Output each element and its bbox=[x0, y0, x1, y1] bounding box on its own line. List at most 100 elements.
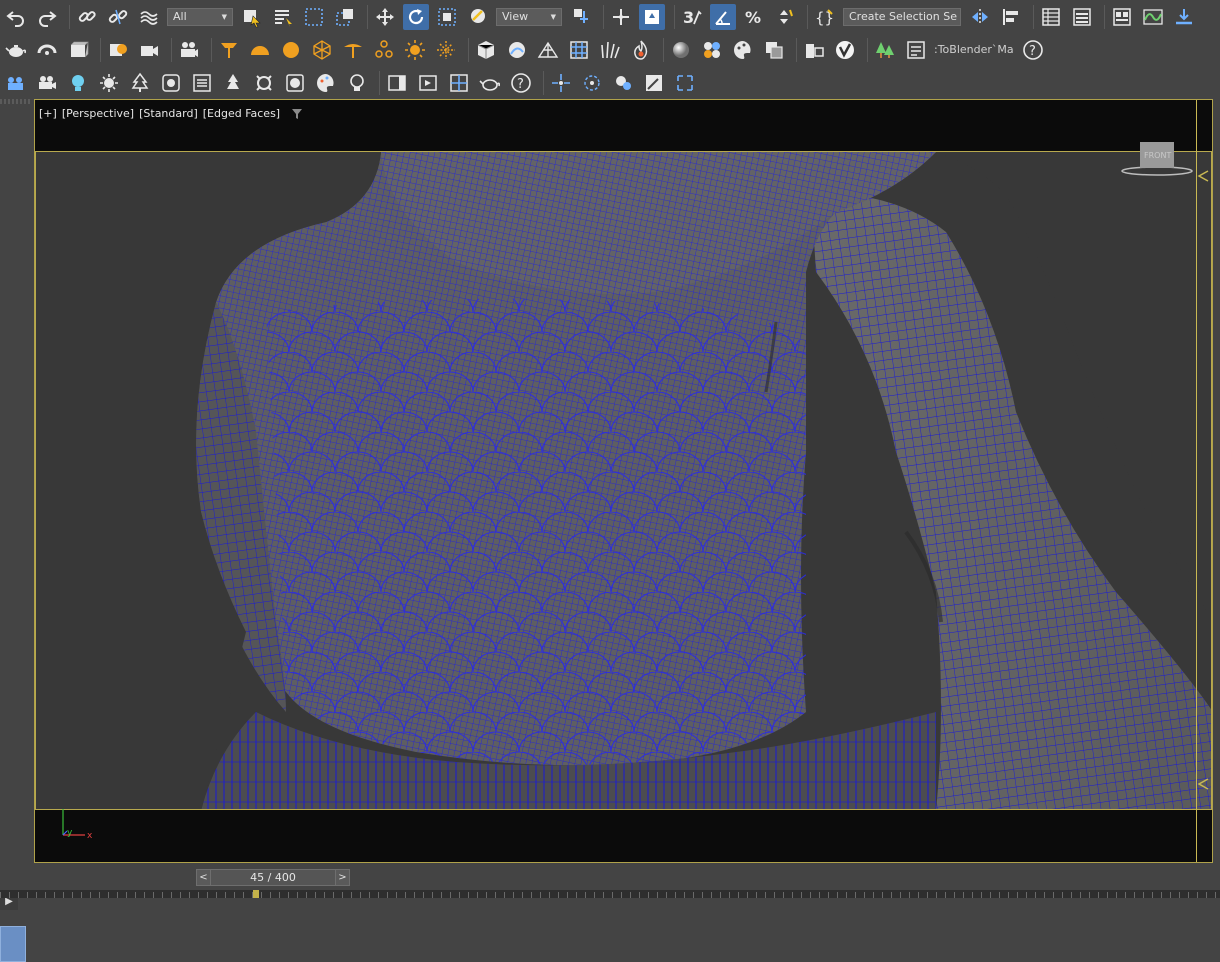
video-camera-icon[interactable] bbox=[176, 37, 202, 63]
tree-icon[interactable] bbox=[127, 70, 153, 96]
idea-bulb-icon[interactable] bbox=[344, 70, 370, 96]
render-safe-frame bbox=[35, 151, 1212, 810]
keyboard-shortcut-override-icon[interactable] bbox=[639, 3, 665, 30]
viewport-point-of-view[interactable]: [Perspective] bbox=[62, 107, 134, 120]
snap-toggle-icon[interactable] bbox=[672, 70, 698, 96]
perspective-viewport[interactable]: [+] [Perspective] [Standard] [Edged Face… bbox=[34, 99, 1213, 863]
unlink-icon[interactable] bbox=[105, 4, 131, 30]
mesh-light-icon[interactable] bbox=[309, 37, 335, 63]
named-selection-dropdown[interactable]: Create Selection Se▼ bbox=[843, 7, 961, 26]
current-frame-marker[interactable] bbox=[253, 890, 259, 898]
dome-light-icon[interactable] bbox=[247, 37, 273, 63]
window-crossing-icon[interactable] bbox=[332, 4, 358, 30]
proxy-icon[interactable] bbox=[473, 37, 499, 63]
layer-explorer-icon[interactable] bbox=[1069, 4, 1095, 30]
scene-states-icon[interactable] bbox=[3, 70, 29, 96]
camera-render-icon[interactable] bbox=[136, 37, 162, 63]
plane-icon[interactable] bbox=[535, 37, 561, 63]
frame-buffer-icon[interactable] bbox=[801, 37, 827, 63]
pivot-icon[interactable] bbox=[568, 4, 594, 30]
selection-filter-dropdown[interactable]: All ▼ bbox=[167, 7, 233, 26]
scatter-icon[interactable] bbox=[158, 70, 184, 96]
fire-icon[interactable] bbox=[628, 37, 654, 63]
command-panel-tab[interactable] bbox=[0, 926, 26, 962]
edit-image-icon[interactable] bbox=[641, 70, 667, 96]
link-icon[interactable] bbox=[74, 4, 100, 30]
edit-named-sets-icon[interactable]: {} bbox=[812, 4, 838, 30]
select-manipulate-icon[interactable] bbox=[608, 4, 634, 30]
viewport-visual-style[interactable]: [Edged Faces] bbox=[203, 107, 280, 120]
toblender-script-label[interactable]: :ToBlender`Ma bbox=[934, 43, 1014, 56]
sphere-light-icon[interactable] bbox=[278, 37, 304, 63]
rect-region-icon[interactable] bbox=[301, 4, 327, 30]
axis-x-label: x bbox=[87, 831, 93, 841]
angle-snap-icon[interactable] bbox=[710, 3, 736, 30]
grass-icon[interactable] bbox=[597, 37, 623, 63]
sun-positioner-icon[interactable] bbox=[96, 70, 122, 96]
ambient-light-icon[interactable] bbox=[371, 37, 397, 63]
viewcube[interactable]: FRONT bbox=[1121, 140, 1193, 176]
place-icon[interactable] bbox=[465, 4, 491, 30]
material-icon[interactable] bbox=[105, 37, 131, 63]
palette-icon[interactable] bbox=[730, 37, 756, 63]
filter-icon[interactable] bbox=[291, 108, 303, 120]
bind-space-warp-icon[interactable] bbox=[136, 4, 162, 30]
decal-icon[interactable] bbox=[282, 70, 308, 96]
reference-coord-dropdown[interactable]: View ▼ bbox=[496, 7, 562, 26]
curve-editor-icon[interactable] bbox=[1140, 4, 1166, 30]
time-slider-prev-button[interactable]: < bbox=[196, 869, 211, 886]
triangle-left-icon bbox=[1197, 778, 1209, 790]
script-listener-icon[interactable] bbox=[903, 37, 929, 63]
scale-icon[interactable] bbox=[434, 4, 460, 30]
media-panel-icon[interactable] bbox=[415, 70, 441, 96]
fur-icon[interactable] bbox=[504, 37, 530, 63]
window-panel-icon[interactable] bbox=[384, 70, 410, 96]
color-palette-icon[interactable] bbox=[313, 70, 339, 96]
vertex-select-icon[interactable] bbox=[548, 70, 574, 96]
undo-icon[interactable] bbox=[3, 4, 29, 30]
teapot-icon[interactable] bbox=[3, 37, 29, 63]
viewport-menu-plus[interactable]: [+] bbox=[39, 107, 57, 120]
forest-icon[interactable] bbox=[872, 37, 898, 63]
multi-material-icon[interactable] bbox=[699, 37, 725, 63]
sphere-material-icon[interactable] bbox=[668, 37, 694, 63]
redo-icon[interactable] bbox=[34, 4, 60, 30]
select-object-icon[interactable] bbox=[239, 4, 265, 30]
select-by-name-icon[interactable] bbox=[270, 4, 296, 30]
notes-icon[interactable] bbox=[189, 70, 215, 96]
rotate-icon[interactable] bbox=[403, 3, 429, 30]
ivy-icon[interactable] bbox=[251, 70, 277, 96]
paint-select-icon[interactable] bbox=[610, 70, 636, 96]
ribbon-icon[interactable] bbox=[1109, 4, 1135, 30]
spotlight-icon[interactable] bbox=[216, 37, 242, 63]
render-to-texture-icon[interactable] bbox=[1171, 4, 1197, 30]
sun-light-icon[interactable] bbox=[402, 37, 428, 63]
material-editor-icon[interactable] bbox=[761, 37, 787, 63]
move-icon[interactable] bbox=[372, 4, 398, 30]
mirror-icon[interactable] bbox=[967, 4, 993, 30]
gizmo-icon[interactable] bbox=[579, 70, 605, 96]
align-icon[interactable] bbox=[998, 4, 1024, 30]
viewport-shading-standard[interactable]: [Standard] bbox=[139, 107, 198, 120]
light-bulb-icon[interactable] bbox=[65, 70, 91, 96]
snaps-3d-icon[interactable]: 3 bbox=[679, 4, 705, 30]
axis-tripod-icon: y x bbox=[62, 809, 93, 841]
spinner-snap-icon[interactable] bbox=[772, 4, 798, 30]
volume-grid-icon[interactable] bbox=[566, 37, 592, 63]
ies-light-icon[interactable] bbox=[340, 37, 366, 63]
percent-snap-icon[interactable]: % bbox=[741, 4, 767, 30]
vray-logo-icon[interactable] bbox=[832, 37, 858, 63]
time-slider-position[interactable]: 45 / 400 bbox=[211, 869, 335, 886]
camera-rig-icon[interactable] bbox=[34, 70, 60, 96]
box-icon[interactable] bbox=[65, 37, 91, 63]
pine-icon[interactable] bbox=[220, 70, 246, 96]
help-icon[interactable]: ? bbox=[1020, 37, 1046, 63]
teapot-outline-icon[interactable] bbox=[477, 70, 503, 96]
time-slider[interactable]: < 45 / 400 > bbox=[196, 869, 350, 887]
torus-icon[interactable] bbox=[34, 37, 60, 63]
time-slider-next-button[interactable]: > bbox=[335, 869, 350, 886]
grid-panel-icon[interactable] bbox=[446, 70, 472, 96]
help-icon[interactable]: ? bbox=[508, 70, 534, 96]
scene-explorer-icon[interactable] bbox=[1038, 4, 1064, 30]
sky-icon[interactable] bbox=[433, 37, 459, 63]
